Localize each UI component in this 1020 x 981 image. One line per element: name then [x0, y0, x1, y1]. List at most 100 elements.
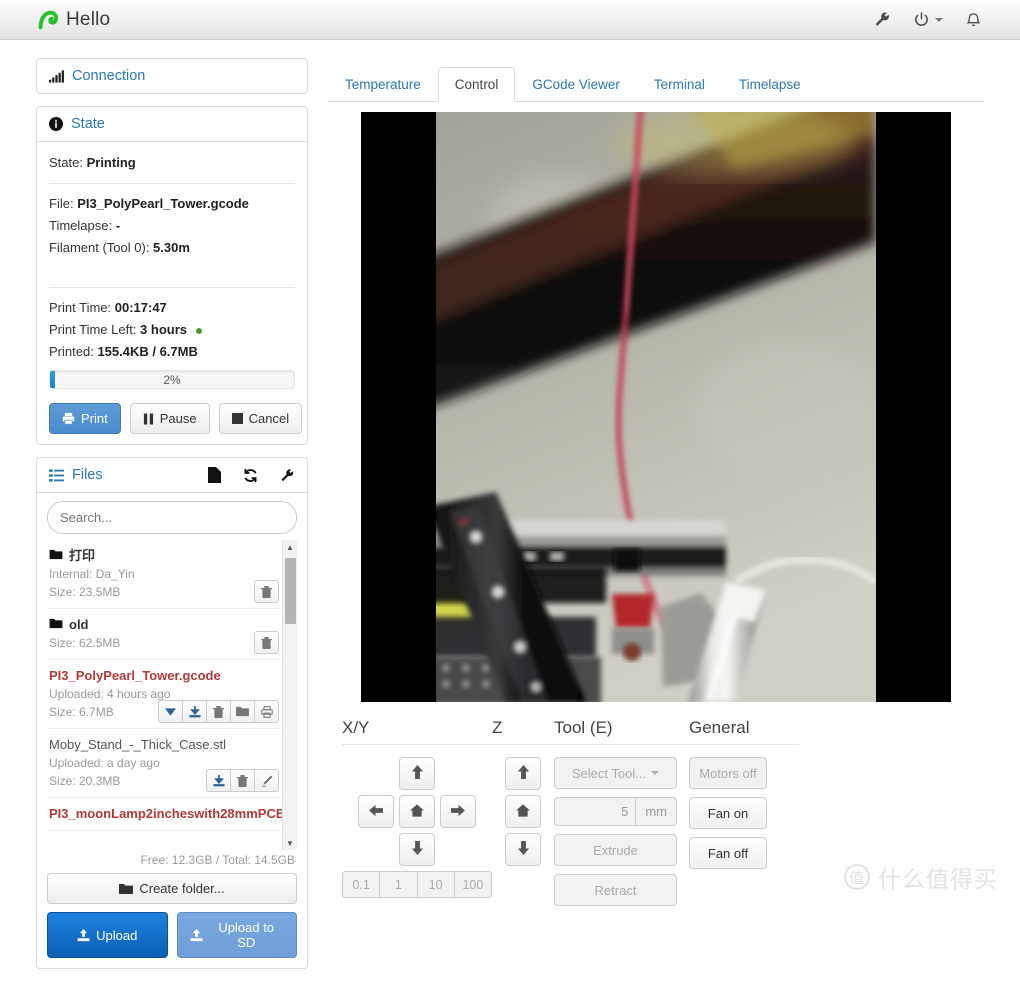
fan-on-button[interactable]: Fan on: [689, 797, 767, 829]
trash-icon[interactable]: [230, 769, 255, 792]
download-icon[interactable]: [182, 700, 207, 723]
state-body: State: Printing File: PI3_PolyPearl_Towe…: [37, 142, 307, 444]
arrow-up-icon: [411, 765, 424, 782]
divider: [49, 287, 295, 288]
x-left-button[interactable]: [358, 795, 394, 828]
wrench-icon[interactable]: [874, 11, 891, 28]
list-item[interactable]: Moby_Stand_-_Thick_Case.stl Uploaded: a d…: [47, 729, 281, 798]
connection-header[interactable]: Connection: [37, 59, 307, 93]
file-name[interactable]: old: [49, 616, 279, 634]
file-size: Size: 62.5MB: [49, 636, 121, 650]
extrude-amount-input[interactable]: [554, 797, 636, 826]
upload-icon: [189, 928, 203, 942]
power-icon[interactable]: [913, 11, 943, 28]
state-title: State: [71, 116, 105, 132]
control-group-general: General Motors off Fan on Fan off: [689, 718, 799, 914]
folder-icon: [119, 883, 134, 895]
wrench-icon[interactable]: [280, 468, 295, 483]
state-header[interactable]: State: [37, 107, 307, 142]
tab-gcode-viewer[interactable]: GCode Viewer: [515, 67, 637, 102]
list-item[interactable]: 打印 Internal: Da_Yin Size: 23.5MB: [47, 540, 281, 609]
trash-icon[interactable]: [254, 631, 279, 654]
arrow-down-icon: [517, 841, 530, 858]
xy-home-button[interactable]: [399, 795, 435, 828]
list-item[interactable]: PI3_PolyPearl_Tower.gcode Uploaded: 4 hou…: [47, 660, 281, 729]
pause-button-label: Pause: [159, 411, 197, 426]
tab-temperature[interactable]: Temperature: [328, 67, 438, 102]
z-down-button[interactable]: [505, 833, 541, 866]
state-label: State:: [49, 155, 83, 170]
printed-row: Printed: 155.4KB / 6.7MB: [49, 341, 295, 363]
download-icon[interactable]: [206, 769, 231, 792]
control-group-xy: X/Y 0.1 1 10 100: [342, 718, 492, 914]
z-up-button[interactable]: [505, 757, 541, 790]
list-item[interactable]: old Size: 62.5MB: [47, 609, 281, 660]
brand[interactable]: Hello: [36, 9, 110, 31]
navbar-actions: [874, 11, 982, 28]
arrow-right-icon: [451, 804, 465, 820]
x-right-button[interactable]: [440, 795, 476, 828]
tab-control[interactable]: Control: [437, 67, 516, 102]
z-row-down: [492, 833, 554, 866]
file-list: 打印 Internal: Da_Yin Size: 23.5MB old Size: 6…: [47, 540, 297, 850]
sidebar: Connection State State: Printing File: P…: [36, 58, 308, 981]
refresh-icon[interactable]: [243, 468, 258, 483]
xy-step-100[interactable]: 100: [453, 871, 492, 898]
trash-icon[interactable]: [206, 700, 231, 723]
z-home-button[interactable]: [505, 795, 541, 828]
fan-off-button[interactable]: Fan off: [689, 837, 767, 869]
motors-off-label: Motors off: [699, 765, 757, 781]
pause-icon: [143, 413, 154, 425]
search-input[interactable]: [47, 501, 297, 534]
file-name[interactable]: Moby_Stand_-_Thick_Case.stl: [49, 736, 279, 754]
xy-step-1[interactable]: 1: [379, 871, 418, 898]
home-icon: [410, 803, 424, 820]
file-list-scrollbar[interactable]: ▲ ▼: [282, 540, 297, 850]
print-time-left-value: 3 hours: [140, 322, 188, 337]
print-button[interactable]: Print: [49, 403, 121, 434]
slice-icon[interactable]: [254, 769, 279, 792]
file-icon[interactable]: [207, 467, 221, 483]
file-value: PI3_PolyPearl_Tower.gcode: [77, 196, 249, 211]
motors-off-button[interactable]: Motors off: [689, 757, 767, 789]
chevron-down-icon: [651, 771, 660, 775]
trash-icon[interactable]: [254, 580, 279, 603]
tab-terminal[interactable]: Terminal: [637, 67, 722, 102]
retract-button[interactable]: Retract: [554, 874, 677, 906]
scrollbar-thumb[interactable]: [285, 558, 296, 624]
extrude-button[interactable]: Extrude: [554, 834, 677, 866]
pause-button[interactable]: Pause: [129, 403, 210, 434]
select-tool-dropdown[interactable]: Select Tool...: [554, 757, 677, 789]
file-actions: [254, 631, 279, 654]
chevron-down-icon[interactable]: [158, 700, 183, 723]
scroll-down-icon[interactable]: ▼: [286, 836, 294, 850]
xy-step-0.1[interactable]: 0.1: [342, 871, 381, 898]
y-down-button[interactable]: [399, 833, 435, 866]
folder-icon[interactable]: [230, 700, 255, 723]
webcam-stream[interactable]: [361, 112, 951, 702]
file-name[interactable]: PI3_PolyPearl_Tower.gcode: [49, 667, 279, 685]
list-item[interactable]: PI3_moonLamp2incheswith28mmPCB.gcode: [47, 798, 297, 831]
xy-step-10[interactable]: 10: [416, 871, 455, 898]
file-name[interactable]: 打印: [49, 547, 279, 565]
cancel-button[interactable]: Cancel: [218, 403, 303, 434]
upload-sd-button[interactable]: Upload to SD: [176, 912, 297, 958]
list-icon: [49, 468, 64, 482]
state-row: State: Printing: [49, 152, 295, 174]
files-footer: Create folder... Upload Upload to SD: [37, 873, 307, 968]
chevron-down-icon[interactable]: [935, 17, 943, 22]
xy-step-selector[interactable]: 0.1 1 10 100: [342, 871, 492, 898]
file-size: Size: 23.5MB: [49, 585, 121, 599]
create-folder-button[interactable]: Create folder...: [47, 873, 297, 904]
file-name[interactable]: PI3_moonLamp2incheswith28mmPCB.gcode: [49, 805, 297, 823]
bell-icon[interactable]: [965, 11, 982, 28]
tab-timelapse[interactable]: Timelapse: [722, 67, 818, 102]
print-icon: [62, 412, 75, 425]
y-up-button[interactable]: [399, 757, 435, 790]
print-icon[interactable]: [254, 700, 279, 723]
scrollbar-track[interactable]: [283, 554, 297, 836]
z-row-home: [492, 795, 554, 828]
scroll-up-icon[interactable]: ▲: [286, 540, 294, 554]
upload-button[interactable]: Upload: [47, 912, 168, 958]
files-header: Files: [37, 458, 307, 493]
